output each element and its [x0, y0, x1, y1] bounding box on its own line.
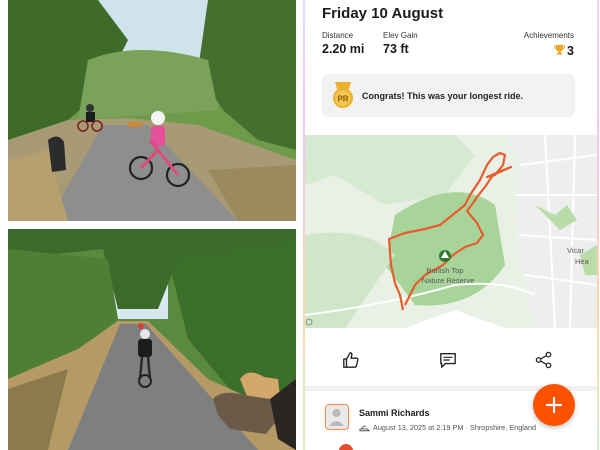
route-map[interactable]: Burlish Top Nature Reserve Vicar Hea	[305, 135, 597, 328]
distance-label: Distance	[322, 31, 354, 40]
activity-date-title: Friday 10 August	[322, 5, 444, 22]
comment-meta: August 13, 2025 at 2:19 PM · Shropshire,…	[373, 423, 537, 432]
ride-photo-2[interactable]	[8, 229, 296, 450]
trophy-icon	[554, 42, 566, 60]
comment-author[interactable]: Sammi Richards	[359, 408, 430, 418]
pr-badge-text: PR	[337, 95, 348, 104]
photo-gallery	[0, 0, 303, 450]
plus-icon	[545, 396, 563, 414]
bike-icon	[359, 425, 370, 431]
map-edge-label-1: Vicar	[567, 246, 584, 255]
next-comment-avatar[interactable]	[339, 444, 353, 450]
map-place-line-1: Burlish Top	[427, 266, 464, 275]
comment-button[interactable]	[433, 345, 463, 375]
pr-banner[interactable]: PR Congrats! This was your longest ride.	[322, 74, 575, 117]
elevation-value: 73 ft	[383, 42, 409, 56]
achievements-label: Achievements	[523, 31, 574, 40]
like-button[interactable]	[336, 345, 366, 375]
panel-border-right	[597, 0, 599, 450]
comment-meta-row: August 13, 2025 at 2:19 PM · Shropshire,…	[359, 423, 536, 432]
pr-message: Congrats! This was your longest ride.	[362, 91, 524, 101]
elevation-label: Elev Gain	[383, 31, 418, 40]
pr-medal-icon: PR	[333, 82, 353, 108]
achievements-summary[interactable]: 3	[554, 42, 574, 60]
map-place-line-2: Nature Reserve	[422, 276, 475, 285]
map-edge-label-2: Hea	[575, 257, 590, 266]
thumbs-up-icon	[343, 352, 359, 368]
add-button[interactable]	[533, 384, 575, 426]
action-bar	[305, 339, 597, 379]
share-icon	[535, 351, 552, 369]
distance-value: 2.20 mi	[322, 42, 365, 56]
comment-icon	[440, 353, 456, 368]
achievements-count: 3	[567, 44, 574, 58]
share-button[interactable]	[529, 345, 559, 375]
ride-photo-1[interactable]	[8, 0, 296, 221]
activity-panel: Friday 10 August Distance 2.20 mi Elev G…	[305, 0, 597, 450]
avatar[interactable]	[325, 404, 349, 430]
